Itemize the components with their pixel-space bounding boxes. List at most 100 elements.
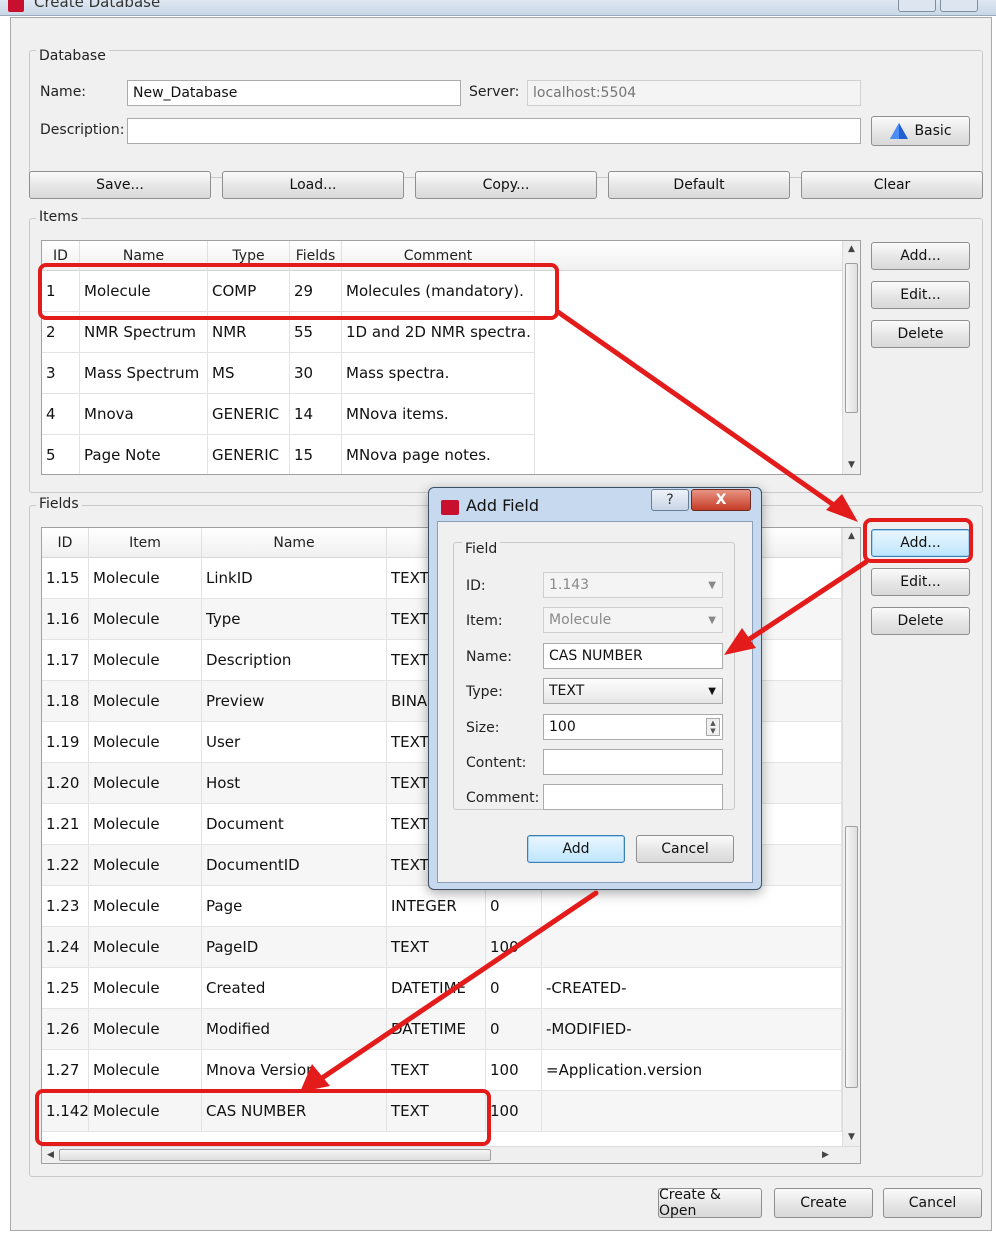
table-row[interactable]: 1.26 Molecule Modified DATETIME 0 -MODIFIED- xyxy=(42,1009,842,1050)
help-button[interactable]: ? xyxy=(651,489,689,511)
cancel-button[interactable]: Cancel xyxy=(883,1188,982,1218)
basic-button[interactable]: Basic xyxy=(871,116,970,146)
id-combobox[interactable]: 1.143 ▼ xyxy=(543,572,723,598)
items-delete-button[interactable]: Delete xyxy=(871,320,970,348)
spin-arrows-icon[interactable]: ▲ ▼ xyxy=(706,718,720,736)
table-row[interactable]: 1.24 Molecule PageID TEXT 100 xyxy=(42,927,842,968)
field-name: Page xyxy=(202,886,387,926)
items-add-button[interactable]: Add... xyxy=(871,242,970,270)
field-id: 1.20 xyxy=(42,763,89,803)
close-button[interactable]: X xyxy=(691,489,751,511)
fields-delete-button[interactable]: Delete xyxy=(871,607,970,635)
field-id: 1.26 xyxy=(42,1009,89,1049)
scroll-left-icon[interactable]: ◀ xyxy=(42,1147,59,1163)
description-input[interactable] xyxy=(127,118,861,144)
dialog-body: Field ID: 1.143 ▼ Item: Molecule ▼ Name:… xyxy=(437,521,753,883)
content-input[interactable] xyxy=(543,749,723,775)
fields-col-id[interactable]: ID xyxy=(42,528,89,558)
create-open-button[interactable]: Create & Open xyxy=(658,1187,762,1219)
item-comment: Molecules (mandatory). xyxy=(342,271,535,311)
field-content xyxy=(542,886,842,926)
fields-edit-button[interactable]: Edit... xyxy=(871,568,970,596)
field-item: Molecule xyxy=(89,763,202,803)
basic-button-label: Basic xyxy=(914,123,952,139)
table-row[interactable]: 1 Molecule COMP 29 Molecules (mandatory)… xyxy=(42,271,535,312)
scroll-up-icon[interactable]: ▲ xyxy=(843,528,860,545)
server-input[interactable] xyxy=(527,80,861,106)
id-label: ID: xyxy=(466,578,486,594)
fields-horizontal-scrollbar[interactable]: ◀ ▶ xyxy=(42,1146,860,1163)
item-combobox[interactable]: Molecule ▼ xyxy=(543,607,723,633)
minimize-button[interactable] xyxy=(898,0,936,12)
scroll-down-icon[interactable]: ▼ xyxy=(843,457,860,474)
table-row[interactable]: 1.27 Molecule Mnova Version TEXT 100 =Applica… xyxy=(42,1050,842,1091)
items-col-comment[interactable]: Comment xyxy=(342,241,535,271)
field-name: Mnova Version xyxy=(202,1050,387,1090)
field-type: TEXT xyxy=(387,1050,486,1090)
save-button[interactable]: Save... xyxy=(29,171,211,199)
load-button[interactable]: Load... xyxy=(222,171,404,199)
dialog-cancel-button[interactable]: Cancel xyxy=(636,835,734,863)
fields-scroll-thumb[interactable] xyxy=(845,826,858,1088)
items-col-name[interactable]: Name xyxy=(80,241,208,271)
items-col-fields[interactable]: Fields xyxy=(290,241,342,271)
item-comment: MNova page notes. xyxy=(342,435,535,474)
size-value: 100 xyxy=(549,719,576,735)
items-vertical-scrollbar[interactable]: ▲ ▼ xyxy=(842,241,860,474)
default-button[interactable]: Default xyxy=(608,171,790,199)
item-type: COMP xyxy=(208,271,290,311)
database-group xyxy=(29,50,983,178)
field-name-input[interactable] xyxy=(543,643,723,669)
field-name: User xyxy=(202,722,387,762)
fields-col-item[interactable]: Item xyxy=(89,528,202,558)
item-fields: 14 xyxy=(290,394,342,434)
field-name: LinkID xyxy=(202,558,387,598)
database-name-input[interactable] xyxy=(127,80,461,106)
field-name: CAS NUMBER xyxy=(202,1091,387,1131)
items-group-title: Items xyxy=(36,209,82,225)
fields-col-name[interactable]: Name xyxy=(202,528,387,558)
id-value: 1.143 xyxy=(549,577,590,593)
field-item: Molecule xyxy=(89,722,202,762)
field-id: 1.18 xyxy=(42,681,89,721)
field-name: Modified xyxy=(202,1009,387,1049)
item-label: Item: xyxy=(466,613,503,629)
table-row[interactable]: 4 Mnova GENERIC 14 MNova items. xyxy=(42,394,535,435)
clear-button[interactable]: Clear xyxy=(801,171,983,199)
size-spinbox[interactable]: 100 ▲ ▼ xyxy=(543,714,723,740)
field-item: Molecule xyxy=(89,1091,202,1131)
fields-hscroll-thumb[interactable] xyxy=(59,1149,491,1161)
field-id: 1.16 xyxy=(42,599,89,639)
fields-add-button[interactable]: Add... xyxy=(871,529,970,557)
items-col-type[interactable]: Type xyxy=(208,241,290,271)
field-id: 1.142 xyxy=(42,1091,89,1131)
table-row[interactable]: 2 NMR Spectrum NMR 55 1D and 2D NMR spec… xyxy=(42,312,535,353)
items-scroll-thumb[interactable] xyxy=(845,263,858,413)
items-edit-button[interactable]: Edit... xyxy=(871,281,970,309)
table-row[interactable]: 1.23 Molecule Page INTEGER 0 xyxy=(42,886,842,927)
description-label: Description: xyxy=(40,122,125,138)
chevron-down-icon: ▼ xyxy=(708,580,716,591)
dialog-add-button[interactable]: Add xyxy=(527,835,625,863)
scroll-right-icon[interactable]: ▶ xyxy=(817,1147,834,1163)
maximize-button[interactable] xyxy=(940,0,978,12)
items-table[interactable]: ID Name Type Fields Comment 1 Molecule C… xyxy=(41,240,861,475)
table-row[interactable]: 5 Page Note GENERIC 15 MNova page notes. xyxy=(42,435,535,474)
field-item: Molecule xyxy=(89,845,202,885)
scroll-up-icon[interactable]: ▲ xyxy=(843,241,860,258)
field-id: 1.23 xyxy=(42,886,89,926)
table-row[interactable]: 3 Mass Spectrum MS 30 Mass spectra. xyxy=(42,353,535,394)
scroll-down-icon[interactable]: ▼ xyxy=(843,1129,860,1146)
type-select[interactable]: TEXT ▼ xyxy=(543,678,723,704)
table-row[interactable]: 1.142 Molecule CAS NUMBER TEXT 100 xyxy=(42,1091,842,1132)
fields-vertical-scrollbar[interactable]: ▲ ▼ xyxy=(842,528,860,1146)
items-col-id[interactable]: ID xyxy=(42,241,80,271)
copy-button[interactable]: Copy... xyxy=(415,171,597,199)
field-name: Description xyxy=(202,640,387,680)
comment-input[interactable] xyxy=(543,784,723,810)
table-row[interactable]: 1.25 Molecule Created DATETIME 0 -CREATED- xyxy=(42,968,842,1009)
item-name: Mass Spectrum xyxy=(80,353,208,393)
create-button[interactable]: Create xyxy=(774,1188,873,1218)
comment-label: Comment: xyxy=(466,790,540,806)
type-value: TEXT xyxy=(549,683,585,699)
